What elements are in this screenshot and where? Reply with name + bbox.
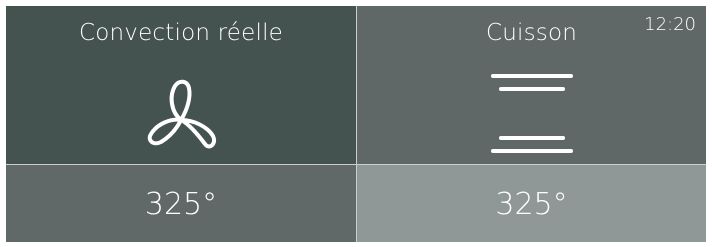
mode-label: Convection réelle: [78, 20, 284, 46]
horizontal-divider: [6, 164, 706, 165]
temperature-tile-left[interactable]: 325°: [6, 165, 356, 242]
temperature-tile-right[interactable]: 325°: [357, 165, 706, 242]
temperature-value-right: 325°: [495, 187, 568, 222]
heating-elements-icon: [357, 70, 706, 164]
clock-time: 12:20: [644, 14, 696, 35]
oven-control-screen: Convection réelle Cuisson 12:20 325° 325…: [6, 6, 706, 242]
temperature-value-left: 325°: [144, 187, 218, 222]
vertical-divider: [356, 6, 357, 242]
fan-icon: [6, 74, 356, 158]
cooking-tile[interactable]: Cuisson 12:20: [357, 6, 706, 164]
mode-tile-convection[interactable]: Convection réelle: [6, 6, 356, 164]
